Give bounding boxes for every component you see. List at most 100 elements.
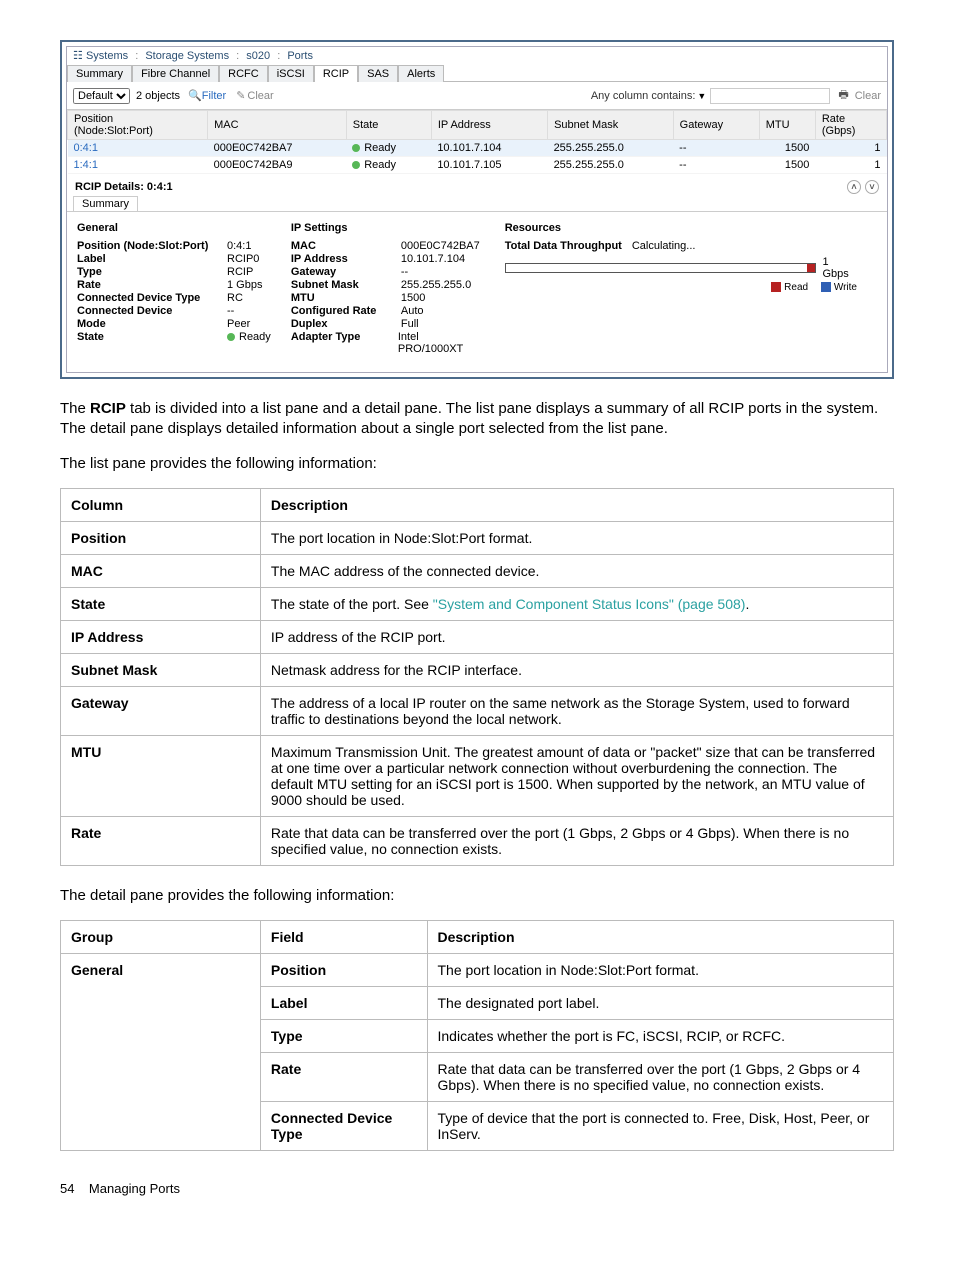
k-mtu2: MTU — [291, 292, 401, 304]
table-row[interactable]: 1:4:1 000E0C742BA9 Ready 10.101.7.105 25… — [68, 157, 887, 174]
breadcrumb-part[interactable]: Systems — [86, 50, 128, 62]
tab-summary[interactable]: Summary — [67, 65, 132, 82]
column-filter-label[interactable]: Any column contains: — [591, 90, 696, 102]
v-mac: 000E0C742BA7 — [401, 240, 480, 252]
k-position: Position (Node:Slot:Port) — [77, 240, 227, 252]
v-rate: 1 Gbps — [227, 279, 262, 291]
cell-position[interactable]: 0:4:1 — [68, 140, 208, 157]
desc-cell: The designated port label. — [427, 987, 894, 1020]
v-cdt: RC — [227, 292, 243, 304]
print-icon[interactable]: 🖶 — [838, 86, 848, 105]
desc-cell: Type of device that the port is connecte… — [427, 1102, 894, 1151]
v-dup: Full — [401, 318, 419, 330]
k-cr: Configured Rate — [291, 305, 401, 317]
col-rate[interactable]: Rate (Gbps) — [815, 111, 886, 140]
col-subnet[interactable]: Subnet Mask — [548, 111, 674, 140]
clear-icon: ✎ — [236, 89, 245, 102]
collapse-up-icon[interactable]: ˄ — [847, 180, 861, 194]
legend-read: Read — [784, 282, 808, 293]
col-name: Gateway — [61, 686, 261, 735]
cell-gateway: -- — [673, 140, 759, 157]
tab-fibre-channel[interactable]: Fibre Channel — [132, 65, 219, 82]
k-at: Adapter Type — [291, 331, 398, 355]
v-mode: Peer — [227, 318, 250, 330]
details-ip-col: IP Settings MAC000E0C742BA7 IP Address10… — [291, 218, 505, 356]
cell-rate: 1 — [815, 157, 886, 174]
v-sn: 255.255.255.0 — [401, 279, 471, 291]
status-ready-icon — [227, 333, 235, 341]
screenshot-figure: ☷ Systems : Storage Systems : s020 : Por… — [60, 40, 894, 379]
cell-rate: 1 — [815, 140, 886, 157]
ports-table: Position (Node:Slot:Port) MAC State IP A… — [67, 110, 887, 174]
col-mtu[interactable]: MTU — [759, 111, 815, 140]
v-cr: Auto — [401, 305, 424, 317]
cell-gateway: -- — [673, 157, 759, 174]
v-gw: -- — [401, 266, 408, 278]
th-column: Column — [61, 488, 261, 521]
filter-icon: 🔍 — [188, 89, 202, 102]
tab-rcfc[interactable]: RCFC — [219, 65, 268, 82]
breadcrumb-sep: : — [135, 50, 138, 62]
col-state[interactable]: State — [346, 111, 431, 140]
k-cdt: Connected Device Type — [77, 292, 227, 304]
k-mode: Mode — [77, 318, 227, 330]
subtab-summary[interactable]: Summary — [73, 196, 138, 211]
tab-rcip[interactable]: RCIP — [314, 65, 358, 82]
collapse-down-icon[interactable]: ˅ — [865, 180, 879, 194]
v-cd: -- — [227, 305, 234, 317]
k-gw: Gateway — [291, 266, 401, 278]
col-mac[interactable]: MAC — [208, 111, 347, 140]
col-name: IP Address — [61, 620, 261, 653]
col-gateway[interactable]: Gateway — [673, 111, 759, 140]
page-number: 54 — [60, 1181, 74, 1196]
breadcrumb-part[interactable]: Storage Systems — [145, 50, 229, 62]
throughput-value: Calculating... — [632, 240, 696, 252]
col-position[interactable]: Position (Node:Slot:Port) — [68, 111, 208, 140]
col-name: Rate — [61, 816, 261, 865]
cell-ip: 10.101.7.105 — [431, 157, 547, 174]
paragraph: The RCIP tab is divided into a list pane… — [60, 399, 894, 440]
chapter-title: Managing Ports — [89, 1181, 180, 1196]
desc-cell: Rate that data can be transferred over t… — [427, 1053, 894, 1102]
xref-status-icons[interactable]: "System and Component Status Icons" (pag… — [433, 596, 746, 612]
breadcrumb-part[interactable]: Ports — [287, 50, 313, 62]
col-desc: Rate that data can be transferred over t… — [260, 816, 893, 865]
column-filter-input[interactable] — [710, 88, 830, 104]
group-heading-general: General — [77, 222, 271, 234]
col-name: Position — [61, 521, 261, 554]
table-row[interactable]: 0:4:1 000E0C742BA7 Ready 10.101.7.104 25… — [68, 140, 887, 157]
tab-sas[interactable]: SAS — [358, 65, 398, 82]
tab-alerts[interactable]: Alerts — [398, 65, 444, 82]
cell-state: Ready — [346, 140, 431, 157]
k-dup: Duplex — [291, 318, 401, 330]
group-heading-ip: IP Settings — [291, 222, 485, 234]
clear-search[interactable]: Clear — [855, 90, 881, 102]
chevron-down-icon[interactable]: ▼ — [697, 91, 706, 101]
legend-write: Write — [834, 282, 857, 293]
col-ip[interactable]: IP Address — [431, 111, 547, 140]
th-description: Description — [260, 488, 893, 521]
filter-preset-select[interactable]: Default — [73, 88, 130, 104]
breadcrumb: ☷ Systems : Storage Systems : s020 : Por… — [67, 47, 887, 64]
th-group: Group — [61, 921, 261, 954]
throughput-legend: Read Write — [505, 282, 857, 293]
breadcrumb-part[interactable]: s020 — [246, 50, 270, 62]
filter-link[interactable]: Filter — [202, 90, 226, 102]
breadcrumb-sep: : — [277, 50, 280, 62]
th-description: Description — [427, 921, 894, 954]
cell-ip: 10.101.7.104 — [431, 140, 547, 157]
details-header: RCIP Details: 0:4:1 ˄ ˅ — [67, 174, 887, 196]
field-cell: Position — [260, 954, 427, 987]
v-position: 0:4:1 — [227, 240, 251, 252]
v-at: Intel PRO/1000XT — [398, 331, 485, 355]
field-cell: Connected Device Type — [260, 1102, 427, 1151]
cell-mac: 000E0C742BA9 — [208, 157, 347, 174]
clear-link[interactable]: Clear — [247, 90, 273, 102]
tab-iscsi[interactable]: iSCSI — [268, 65, 314, 82]
cell-position[interactable]: 1:4:1 — [68, 157, 208, 174]
throughput-bar — [505, 263, 817, 273]
desc-cell: The port location in Node:Slot:Port form… — [427, 954, 894, 987]
tree-icon: ☷ — [73, 50, 83, 62]
col-desc: Maximum Transmission Unit. The greatest … — [260, 735, 893, 816]
cell-state: Ready — [346, 157, 431, 174]
